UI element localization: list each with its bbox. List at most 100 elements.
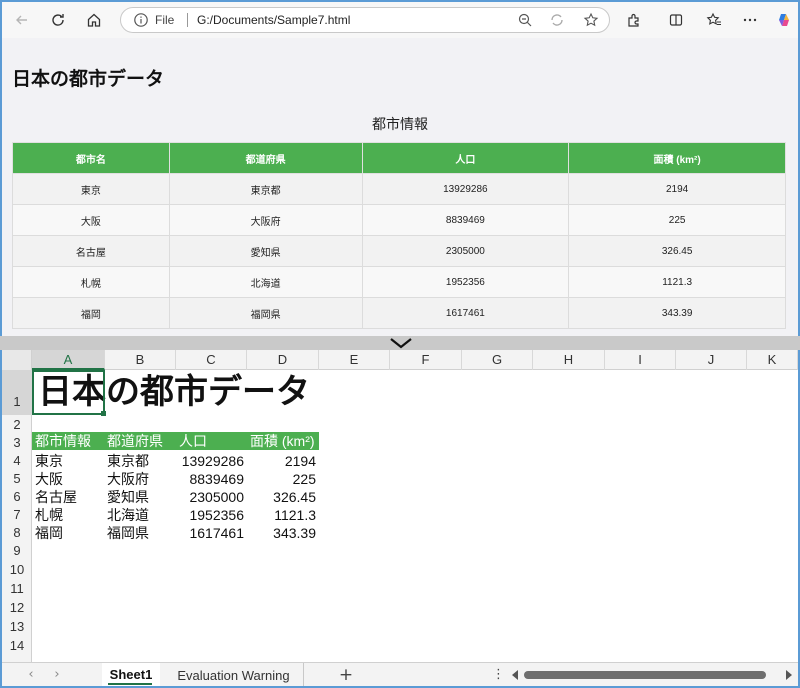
column-header-h[interactable]: H [533, 350, 605, 370]
more-vertical-icon[interactable]: ⋮ [492, 667, 505, 683]
row-header[interactable]: 8 [2, 523, 32, 541]
row-header[interactable]: 3 [2, 433, 32, 451]
add-sheet-icon[interactable]: + [337, 666, 355, 684]
data-cell[interactable]: 福岡県 [107, 524, 149, 542]
column-header-i[interactable]: I [605, 350, 676, 370]
tab-evaluation-warning[interactable]: Evaluation Warning [164, 663, 304, 686]
column-header-g[interactable]: G [462, 350, 533, 370]
row-header[interactable]: 10 [2, 560, 32, 579]
column-header-d[interactable]: D [247, 350, 319, 370]
column-header-f[interactable]: F [390, 350, 462, 370]
table-cell: 福岡 [12, 297, 170, 329]
extensions-icon[interactable] [624, 10, 644, 30]
scroll-left-icon[interactable] [512, 670, 518, 680]
row-header[interactable]: 9 [2, 541, 32, 560]
active-tab-indicator [108, 683, 152, 685]
more-icon[interactable] [740, 10, 760, 30]
data-cell[interactable]: 北海道 [107, 506, 149, 524]
scrollbar-thumb[interactable] [524, 671, 766, 679]
data-cell[interactable]: 343.39 [247, 524, 316, 542]
selected-cell-outline [32, 370, 105, 415]
column-header-c[interactable]: C [176, 350, 247, 370]
header-cell[interactable]: 面積 (km²) [250, 432, 315, 450]
table-row: 札幌 北海道 1952356 1121.3 [12, 266, 786, 298]
data-cell[interactable]: 2305000 [176, 488, 244, 506]
column-header: 面積 (km²) [568, 142, 786, 174]
column-header: 都道府県 [168, 142, 363, 174]
split-screen-icon[interactable] [666, 10, 686, 30]
copilot-icon[interactable] [774, 10, 794, 30]
table-caption: 都市情報 [372, 116, 428, 132]
table-row: 東京 東京都 13929286 2194 [12, 173, 786, 205]
address-scheme-label: File [155, 13, 175, 27]
row-header[interactable]: 1 [2, 370, 32, 415]
chevron-right-icon[interactable]: › [50, 668, 64, 682]
column-header: 人口 [361, 142, 570, 174]
row-header[interactable]: 5 [2, 469, 32, 487]
table-cell: 名古屋 [12, 235, 170, 267]
table-cell: 愛知県 [168, 235, 363, 267]
address-url[interactable]: G:/Documents/Sample7.html [197, 13, 350, 27]
data-cell[interactable]: 1617461 [176, 524, 244, 542]
row-header[interactable]: 4 [2, 451, 32, 469]
browser-window: File G:/Documents/Sample7.html 日本の都市データ … [0, 0, 800, 336]
table-cell: 1952356 [361, 266, 570, 298]
data-cell[interactable]: 13929286 [176, 452, 244, 470]
table-row: 名古屋 愛知県 2305000 326.45 [12, 235, 786, 267]
row-header[interactable]: 6 [2, 487, 32, 505]
address-bar[interactable]: File G:/Documents/Sample7.html [120, 7, 610, 33]
refresh-icon[interactable] [48, 10, 68, 30]
chevron-down-icon[interactable] [389, 336, 413, 350]
data-cell[interactable]: 大阪 [35, 470, 63, 488]
read-aloud-icon[interactable] [549, 12, 565, 28]
data-cell[interactable]: 東京 [35, 452, 63, 470]
home-icon[interactable] [84, 10, 104, 30]
column-header-j[interactable]: J [676, 350, 747, 370]
table-cell: 札幌 [12, 266, 170, 298]
data-cell[interactable]: 1121.3 [247, 506, 316, 524]
data-cell[interactable]: 名古屋 [35, 488, 77, 506]
chevron-left-icon[interactable]: ‹ [24, 668, 38, 682]
table-row: 大阪 大阪府 8839469 225 [12, 204, 786, 236]
row-header[interactable]: 2 [2, 415, 32, 433]
data-cell[interactable]: 225 [247, 470, 316, 488]
column-header: 都市名 [12, 142, 170, 174]
data-cell[interactable]: 1952356 [176, 506, 244, 524]
info-icon[interactable] [133, 12, 149, 28]
data-cell[interactable]: 2194 [247, 452, 316, 470]
data-cell[interactable]: 札幌 [35, 506, 63, 524]
header-cell[interactable]: 人口 [179, 432, 207, 450]
data-cell[interactable]: 東京都 [107, 452, 149, 470]
row-header[interactable]: 12 [2, 598, 32, 617]
favorite-star-icon[interactable] [583, 12, 599, 28]
scroll-right-icon[interactable] [786, 670, 792, 680]
data-cell[interactable]: 8839469 [176, 470, 244, 488]
data-cell[interactable]: 大阪府 [107, 470, 149, 488]
data-cell[interactable]: 326.45 [247, 488, 316, 506]
column-header-e[interactable]: E [319, 350, 390, 370]
row-header[interactable]: 13 [2, 617, 32, 636]
row-header[interactable]: 14 [2, 636, 32, 655]
favorites-icon[interactable] [704, 10, 724, 30]
zoom-out-icon[interactable] [517, 12, 533, 28]
select-all-corner[interactable] [2, 350, 32, 370]
browser-toolbar: File G:/Documents/Sample7.html [2, 2, 798, 38]
column-header-a[interactable]: A [32, 350, 105, 370]
table-header-row: 都市名 都道府県 人口 面積 (km²) [12, 142, 786, 174]
table-cell: 北海道 [168, 266, 363, 298]
header-cell[interactable]: 都市情報 [35, 432, 91, 450]
table-cell: 東京 [12, 173, 170, 205]
pane-splitter[interactable] [0, 336, 800, 350]
column-header-k[interactable]: K [747, 350, 798, 370]
table-cell: 大阪 [12, 204, 170, 236]
column-headers: A B C D E F G H I J K [2, 350, 798, 370]
data-cell[interactable]: 愛知県 [107, 488, 149, 506]
fill-handle[interactable] [101, 411, 106, 416]
header-cell[interactable]: 都道府県 [107, 432, 163, 450]
column-header-b[interactable]: B [105, 350, 176, 370]
row-header[interactable]: 7 [2, 505, 32, 523]
table-cell: 2194 [568, 173, 786, 205]
data-cell[interactable]: 福岡 [35, 524, 63, 542]
row-header[interactable]: 11 [2, 579, 32, 598]
back-icon[interactable] [12, 10, 32, 30]
